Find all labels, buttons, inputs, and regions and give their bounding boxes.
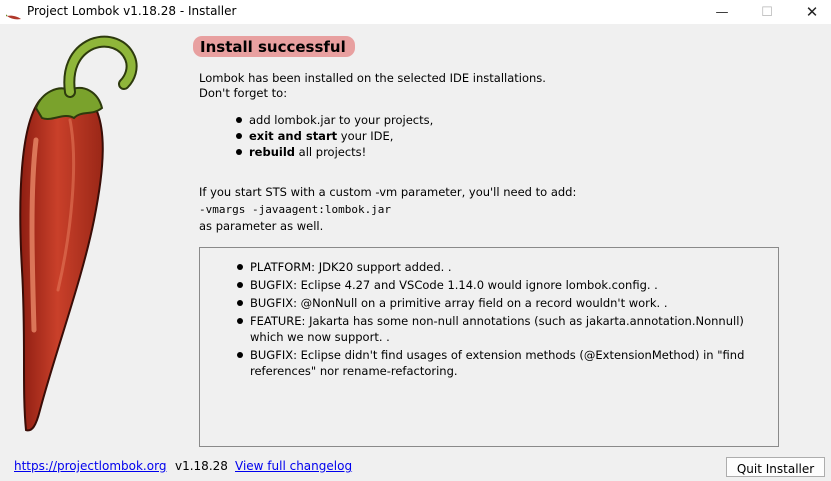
website-link[interactable]: https://projectlombok.org (14, 459, 166, 473)
quit-installer-button[interactable]: Quit Installer (726, 457, 825, 477)
sts-instructions: If you start STS with a custom -vm param… (199, 185, 577, 199)
list-item: add lombok.jar to your projects, (235, 112, 433, 128)
changelog-item: PLATFORM: JDK20 support added. . (235, 259, 765, 275)
minimize-button[interactable]: — (700, 0, 744, 24)
list-item: exit and start your IDE, (235, 128, 433, 144)
chili-pepper-illustration (19, 35, 138, 432)
install-status-headline: Install successful (193, 36, 355, 57)
intro-text: Lombok has been installed on the selecte… (199, 71, 546, 85)
changelog-panel: PLATFORM: JDK20 support added. . BUGFIX:… (199, 247, 779, 447)
todo-list: add lombok.jar to your projects, exit an… (235, 112, 433, 160)
changelog-item: FEATURE: Jakarta has some non-null annot… (235, 313, 765, 345)
changelog-item: BUGFIX: Eclipse didn't find usages of ex… (235, 347, 765, 379)
list-item-text: all projects! (295, 145, 367, 159)
list-item-emphasis: exit and start (249, 129, 338, 143)
view-changelog-link[interactable]: View full changelog (235, 459, 352, 473)
version-label: v1.18.28 (175, 459, 228, 473)
window-title: Project Lombok v1.18.28 - Installer (27, 4, 237, 18)
reminder-text: Don't forget to: (199, 86, 288, 100)
list-item-emphasis: rebuild (249, 145, 296, 159)
sts-vm-argument: -vmargs -javaagent:lombok.jar (199, 203, 392, 216)
title-bar: Project Lombok v1.18.28 - Installer — ☐ … (0, 0, 831, 24)
list-item-text: add lombok.jar to your projects, (249, 113, 434, 127)
list-item-text: your IDE, (337, 129, 394, 143)
changelog-list: PLATFORM: JDK20 support added. . BUGFIX:… (235, 259, 765, 381)
changelog-item: BUGFIX: @NonNull on a primitive array fi… (235, 295, 765, 311)
close-button[interactable]: ✕ (790, 0, 831, 24)
maximize-button[interactable]: ☐ (745, 0, 789, 24)
changelog-item: BUGFIX: Eclipse 4.27 and VSCode 1.14.0 w… (235, 277, 765, 293)
sts-note: as parameter as well. (199, 219, 324, 233)
list-item: rebuild all projects! (235, 144, 433, 160)
